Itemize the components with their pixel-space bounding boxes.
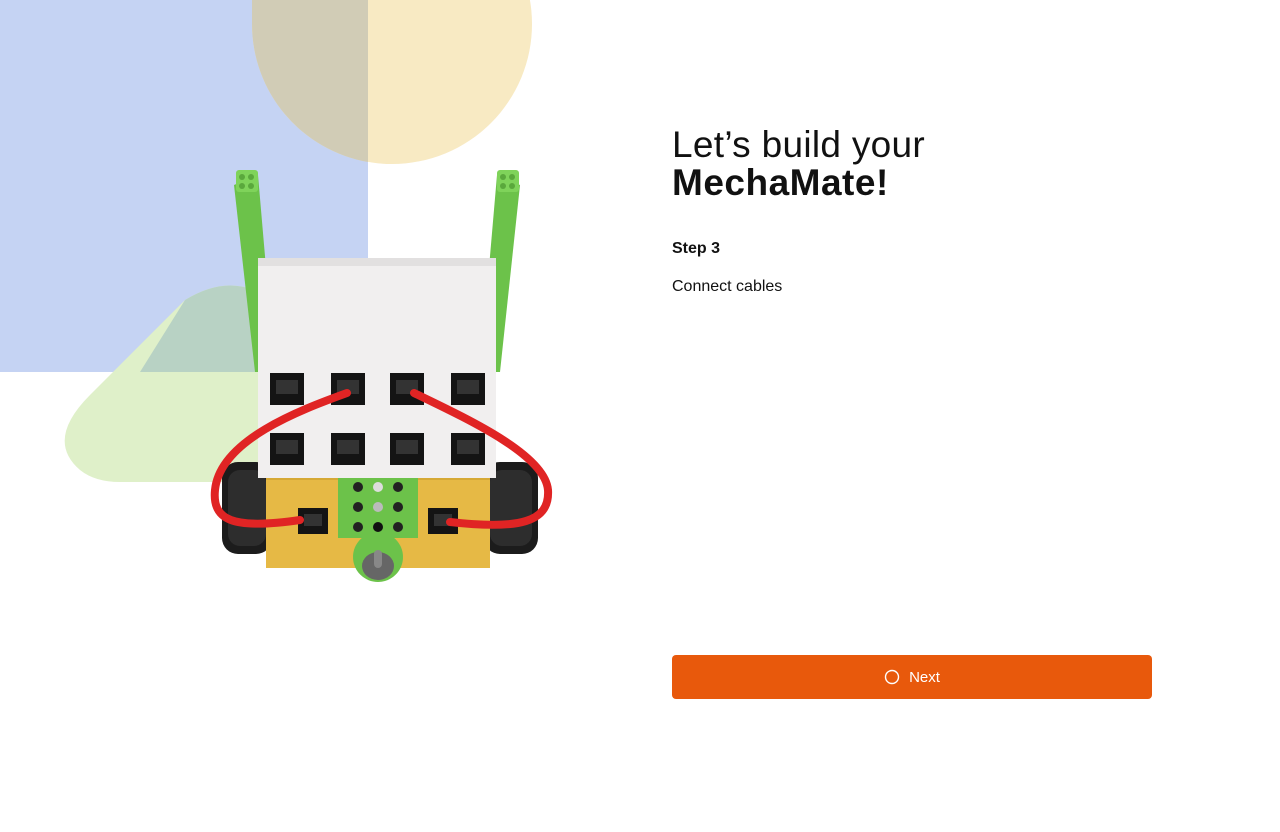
robot-illustration — [0, 0, 620, 832]
page-title-line1: Let’s build your — [672, 124, 925, 165]
next-button[interactable]: Next — [672, 655, 1152, 699]
step-label: Step 3 — [672, 240, 721, 257]
step-panel: Let’s build your MechaMate! Step 3 Conne… — [672, 126, 1152, 296]
spinner-icon — [884, 669, 900, 685]
step-description: Connect cables — [672, 278, 783, 295]
page-title-line2: MechaMate! — [672, 162, 889, 203]
next-button-label: Next — [909, 668, 940, 686]
